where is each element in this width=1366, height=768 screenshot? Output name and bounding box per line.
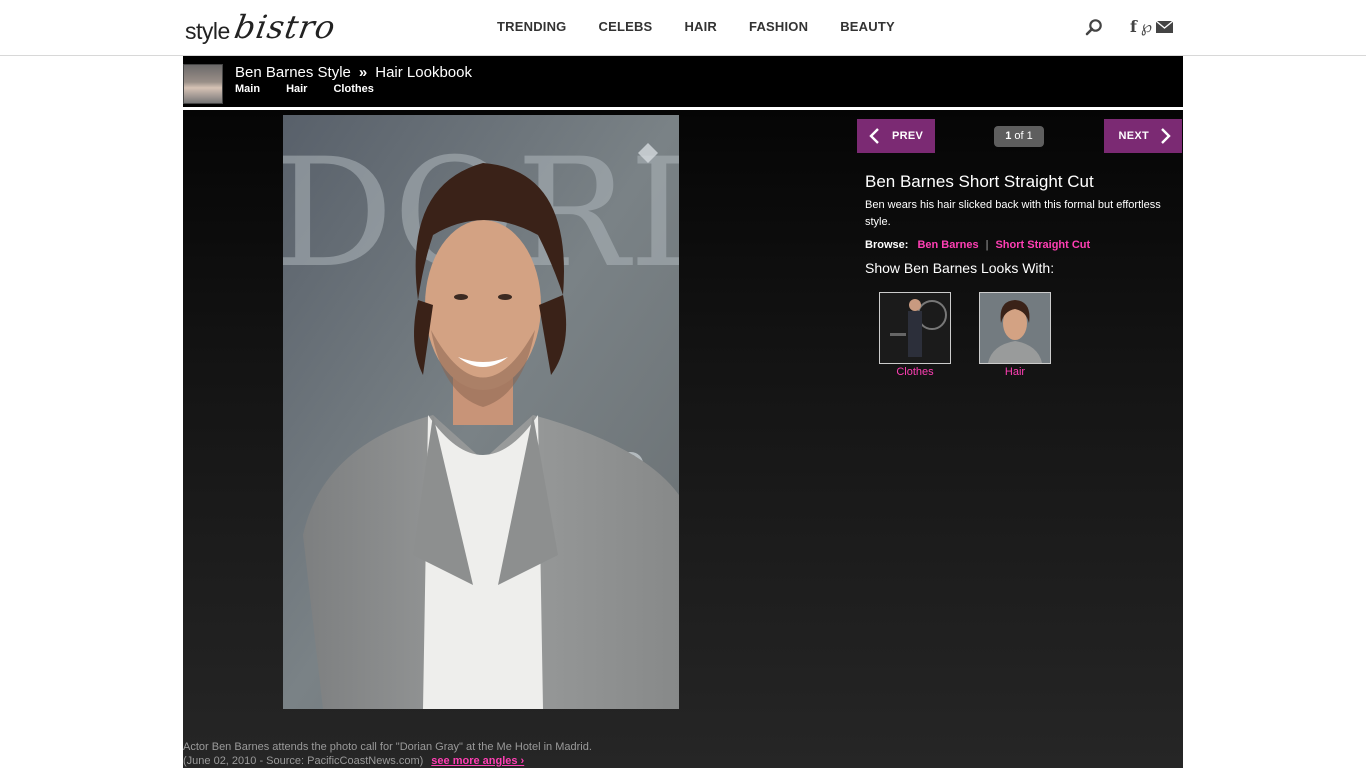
clothes-thumbnail[interactable] [879,292,951,364]
site-header: style bistro TRENDING CELEBS HAIR FASHIO… [0,0,1366,56]
browse-links: Browse: Ben Barnes | Short Straight Cut [865,239,1165,251]
photo-illustration: DORI Do G [283,115,679,709]
mail-icon[interactable] [1156,21,1174,33]
next-button-label: NEXT [1118,130,1149,142]
logo-text-bistro: bistro [231,8,339,46]
look-title: Ben Barnes Short Straight Cut [865,172,1094,191]
hair-thumbnail[interactable] [979,292,1051,364]
breadcrumb-section: Hair Lookbook [375,64,472,81]
gallery-content: DORI Do G [183,110,1183,768]
chevron-right-icon [1161,128,1171,144]
browse-divider: | [985,239,989,251]
related-looks-heading: Show Ben Barnes Looks With: [865,260,1055,276]
nav-hair[interactable]: HAIR [684,19,717,35]
related-look-clothes[interactable]: Clothes [879,292,951,378]
site-logo[interactable]: style bistro [185,6,339,50]
next-button[interactable]: NEXT [1104,119,1182,153]
see-more-angles-link[interactable]: see more angles › [431,755,524,767]
nav-fashion[interactable]: FASHION [749,19,808,35]
caption-source: (June 02, 2010 - Source: PacificCoastNew… [183,755,424,767]
pinterest-icon[interactable]: ℘ [1141,18,1152,36]
breadcrumb: Ben Barnes Style » Hair Lookbook [235,64,472,81]
search-icon[interactable] [1085,18,1103,36]
facebook-icon[interactable]: f [1130,18,1137,36]
nav-trending[interactable]: TRENDING [497,19,567,35]
celebrity-avatar[interactable] [183,64,223,104]
breadcrumb-separator: » [358,64,368,81]
related-looks: Clothes Hair [879,292,1079,378]
browse-link-style[interactable]: Short Straight Cut [995,239,1090,251]
chevron-left-icon [869,128,879,144]
subnav-main[interactable]: Main [235,83,260,95]
caption-description: Actor Ben Barnes attends the photo call … [183,741,592,753]
subnav-clothes[interactable]: Clothes [333,83,373,95]
gallery-counter: 1 of 1 [994,126,1044,147]
related-look-clothes-label[interactable]: Clothes [879,366,951,378]
prev-button-label: PREV [892,130,924,142]
celebrity-subnav: Main Hair Clothes [235,83,400,95]
subnav-hair[interactable]: Hair [286,83,307,95]
social-links: f ℘ [1130,18,1174,36]
main-nav: TRENDING CELEBS HAIR FASHION BEAUTY [497,19,927,35]
look-description: Ben wears his hair slicked back with thi… [865,199,1161,228]
caption-source-line: (June 02, 2010 - Source: PacificCoastNew… [183,754,783,768]
look-info: Ben Barnes Short Straight Cut Ben wears … [865,172,1165,276]
browse-label: Browse: [865,239,909,251]
related-look-hair[interactable]: Hair [979,292,1051,378]
prev-button[interactable]: PREV [857,119,935,153]
logo-text-style: style [185,18,230,44]
nav-celebs[interactable]: CELEBS [599,19,653,35]
main-photo[interactable]: DORI Do G [283,115,679,709]
photo-caption: Actor Ben Barnes attends the photo call … [183,740,783,768]
nav-beauty[interactable]: BEAUTY [840,19,895,35]
browse-link-celebrity[interactable]: Ben Barnes [917,239,978,251]
gallery-pager: PREV 1 of 1 NEXT [857,119,1183,153]
counter-total: of 1 [1011,130,1033,142]
related-look-hair-label[interactable]: Hair [979,366,1051,378]
breadcrumb-celebrity-link[interactable]: Ben Barnes Style [235,64,351,81]
celebrity-breadcrumb: Ben Barnes Style » Hair Lookbook Main Hair… [183,56,1183,110]
